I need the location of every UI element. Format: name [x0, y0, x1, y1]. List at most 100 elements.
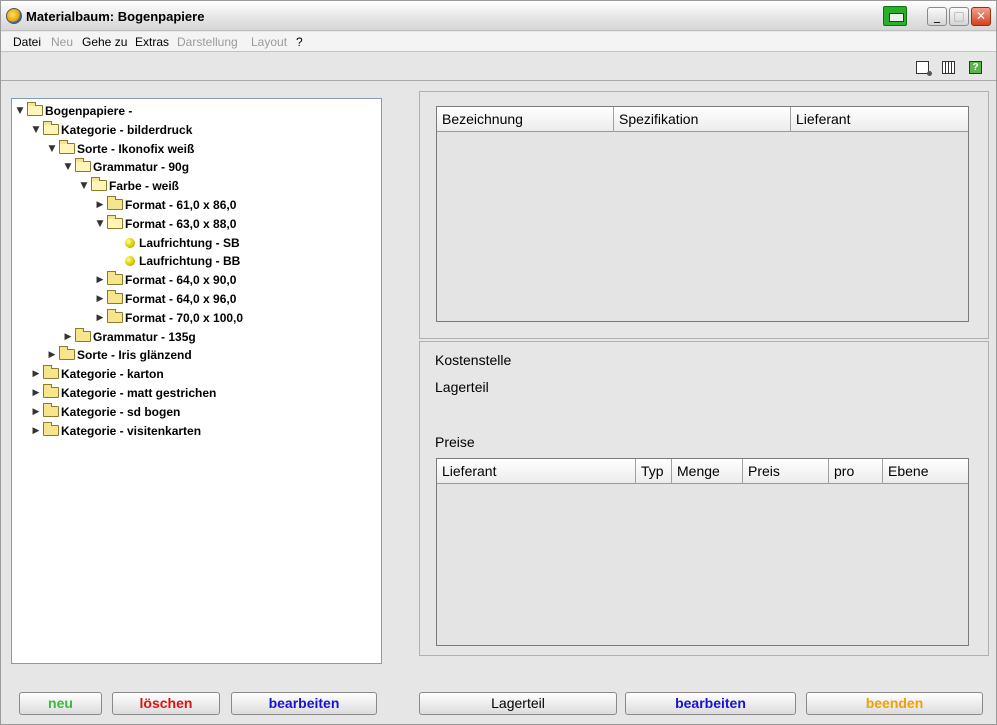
expand-arrow-down-icon[interactable]: ▼ — [15, 102, 25, 120]
maximize-button[interactable]: □ — [949, 7, 969, 26]
tree-folder[interactable]: ▼ Bogenpapiere - — [15, 102, 132, 120]
tree-folder[interactable]: ▶ Sorte - Iris glänzend — [47, 346, 192, 364]
folder-icon — [107, 290, 123, 304]
expand-arrow-right-icon[interactable]: ▶ — [47, 346, 57, 364]
tree-node-label: Bogenpapiere - — [45, 104, 133, 118]
application-window: Materialbaum: Bogenpapiere _ □ ✕ Datei N… — [0, 0, 997, 725]
menu-extras[interactable]: Extras — [135, 35, 169, 49]
tree-folder[interactable]: ▶ Format - 64,0 x 90,0 — [95, 271, 236, 289]
folder-icon — [107, 271, 123, 286]
expand-arrow-right-icon[interactable]: ▶ — [31, 365, 41, 383]
expand-arrow-down-icon[interactable]: ▼ — [47, 140, 57, 158]
tree-folder[interactable]: ▶ Kategorie - sd bogen — [31, 402, 180, 421]
printer-icon[interactable] — [883, 6, 907, 26]
tree-folder[interactable]: ▼ Grammatur - 90g — [63, 158, 189, 176]
prices-table[interactable]: Lieferant Typ Menge Preis pro Ebene — [436, 458, 969, 646]
beenden-button[interactable]: beenden — [806, 692, 983, 715]
tree-folder[interactable]: ▶ Format - 70,0 x 100,0 — [95, 308, 244, 327]
menu-bar: Datei Neu Gehe zu Extras Darstellung Lay… — [1, 32, 996, 52]
column-header-typ[interactable]: Typ — [636, 459, 672, 484]
tree-node-label: Format - 63,0 x 88,0 — [125, 216, 237, 231]
help-icon[interactable]: ? — [969, 61, 982, 74]
close-button[interactable]: ✕ — [971, 7, 991, 26]
bearbeiten-tree-button[interactable]: bearbeiten — [231, 692, 377, 715]
expand-arrow-right-icon[interactable]: ▶ — [95, 290, 105, 308]
tree-folder[interactable]: ▶ Kategorie - visitenkarten — [31, 421, 202, 440]
tree-node-label: Format - 61,0 x 86,0 — [125, 198, 237, 212]
column-header-spezifikation[interactable]: Spezifikation — [614, 107, 791, 132]
expand-arrow-down-icon[interactable]: ▼ — [63, 158, 73, 176]
expand-arrow-down-icon[interactable]: ▼ — [95, 215, 105, 233]
menu-help[interactable]: ? — [296, 35, 303, 49]
tree-folder[interactable]: ▼ Kategorie - bilderdruck — [31, 120, 192, 139]
expand-arrow-right-icon[interactable]: ▶ — [95, 271, 105, 289]
materials-table-header: Bezeichnung Spezifikation Lieferant — [437, 107, 968, 132]
loeschen-button[interactable]: löschen — [112, 692, 220, 715]
toolbar: ? — [1, 53, 996, 81]
lagerteil-button[interactable]: Lagerteil — [419, 692, 617, 715]
expand-arrow-right-icon[interactable]: ▶ — [95, 196, 105, 214]
tree-folder[interactable]: ▶ Kategorie - karton — [31, 365, 164, 383]
menu-datei[interactable]: Datei — [13, 35, 41, 49]
tree-node-label: Format - 70,0 x 100,0 — [125, 310, 244, 325]
column-header-pro[interactable]: pro — [829, 459, 883, 484]
material-tree[interactable]: ▼ Bogenpapiere - ▼ Kategorie - bilderdruck ▼… — [11, 98, 382, 664]
menu-layout[interactable]: Layout — [251, 35, 287, 49]
expand-arrow-right-icon[interactable]: ▶ — [31, 403, 41, 421]
column-header-bezeichnung[interactable]: Bezeichnung — [437, 107, 614, 132]
column-header-lieferant[interactable]: Lieferant — [437, 459, 636, 484]
minimize-button[interactable]: _ — [927, 7, 947, 26]
kostenstelle-label: Kostenstelle — [435, 352, 512, 368]
tree-folder[interactable]: ▼ Format - 63,0 x 88,0 — [95, 214, 237, 233]
expand-arrow-right-icon[interactable]: ▶ — [95, 309, 105, 327]
tree-folder[interactable]: ▶ Format - 61,0 x 86,0 — [95, 196, 236, 214]
tree-node-label: Laufrichtung - BB — [139, 254, 241, 269]
tree-node-label: Sorte - Ikonofix weiß — [77, 141, 195, 156]
folder-icon — [107, 196, 123, 210]
leaf-node-icon — [125, 237, 135, 248]
folder-open-icon — [43, 120, 59, 135]
folder-open-icon — [91, 177, 107, 192]
prices-table-header: Lieferant Typ Menge Preis pro Ebene — [437, 459, 968, 484]
tree-node-label: Kategorie - visitenkarten — [61, 423, 202, 438]
tree-folder[interactable]: ▼ Farbe - weiß — [79, 177, 179, 195]
leaf-node-icon — [125, 256, 135, 267]
column-header-lieferant[interactable]: Lieferant — [791, 107, 968, 132]
folder-icon — [43, 421, 59, 436]
new-document-icon[interactable] — [916, 61, 932, 76]
folder-icon — [43, 365, 59, 380]
column-header-ebene[interactable]: Ebene — [883, 459, 968, 484]
window-title: Materialbaum: Bogenpapiere — [26, 9, 205, 24]
expand-arrow-right-icon[interactable]: ▶ — [63, 328, 73, 346]
neu-button[interactable]: neu — [19, 692, 102, 715]
tree-node-label: Laufrichtung - SB — [139, 235, 240, 250]
folder-icon — [107, 308, 123, 323]
tree-folder[interactable]: ▶ Format - 64,0 x 96,0 — [95, 290, 236, 308]
expand-arrow-right-icon[interactable]: ▶ — [31, 384, 41, 402]
folder-icon — [43, 402, 59, 417]
tree-leaf[interactable]: Laufrichtung - SB — [111, 234, 240, 252]
bearbeiten-details-button[interactable]: bearbeiten — [625, 692, 796, 715]
expand-arrow-down-icon[interactable]: ▼ — [31, 121, 41, 139]
tree-leaf[interactable]: Laufrichtung - BB — [111, 252, 240, 270]
tree-node-label: Format - 64,0 x 90,0 — [125, 273, 237, 288]
menu-gehe-zu[interactable]: Gehe zu — [82, 35, 127, 49]
details-panel: Kostenstelle Lagerteil Preise Lieferant … — [419, 341, 989, 656]
folder-open-icon — [27, 102, 43, 116]
expand-arrow-right-icon[interactable]: ▶ — [31, 422, 41, 440]
folder-icon — [59, 346, 75, 361]
tree-node-label: Sorte - Iris glänzend — [77, 348, 192, 363]
menu-neu[interactable]: Neu — [51, 35, 73, 49]
materials-table[interactable]: Bezeichnung Spezifikation Lieferant — [436, 106, 969, 322]
calculator-icon[interactable] — [942, 61, 955, 74]
tree-folder[interactable]: ▶ Grammatur - 135g — [63, 327, 196, 346]
title-bar[interactable]: Materialbaum: Bogenpapiere _ □ ✕ — [1, 1, 996, 31]
column-header-preis[interactable]: Preis — [743, 459, 829, 484]
menu-darstellung[interactable]: Darstellung — [177, 35, 238, 49]
column-header-menge[interactable]: Menge — [672, 459, 743, 484]
folder-icon — [75, 327, 91, 342]
tree-folder[interactable]: ▼ Sorte - Ikonofix weiß — [47, 139, 195, 158]
folder-open-icon — [59, 139, 75, 154]
tree-folder[interactable]: ▶ Kategorie - matt gestrichen — [31, 384, 216, 402]
expand-arrow-down-icon[interactable]: ▼ — [79, 177, 89, 195]
